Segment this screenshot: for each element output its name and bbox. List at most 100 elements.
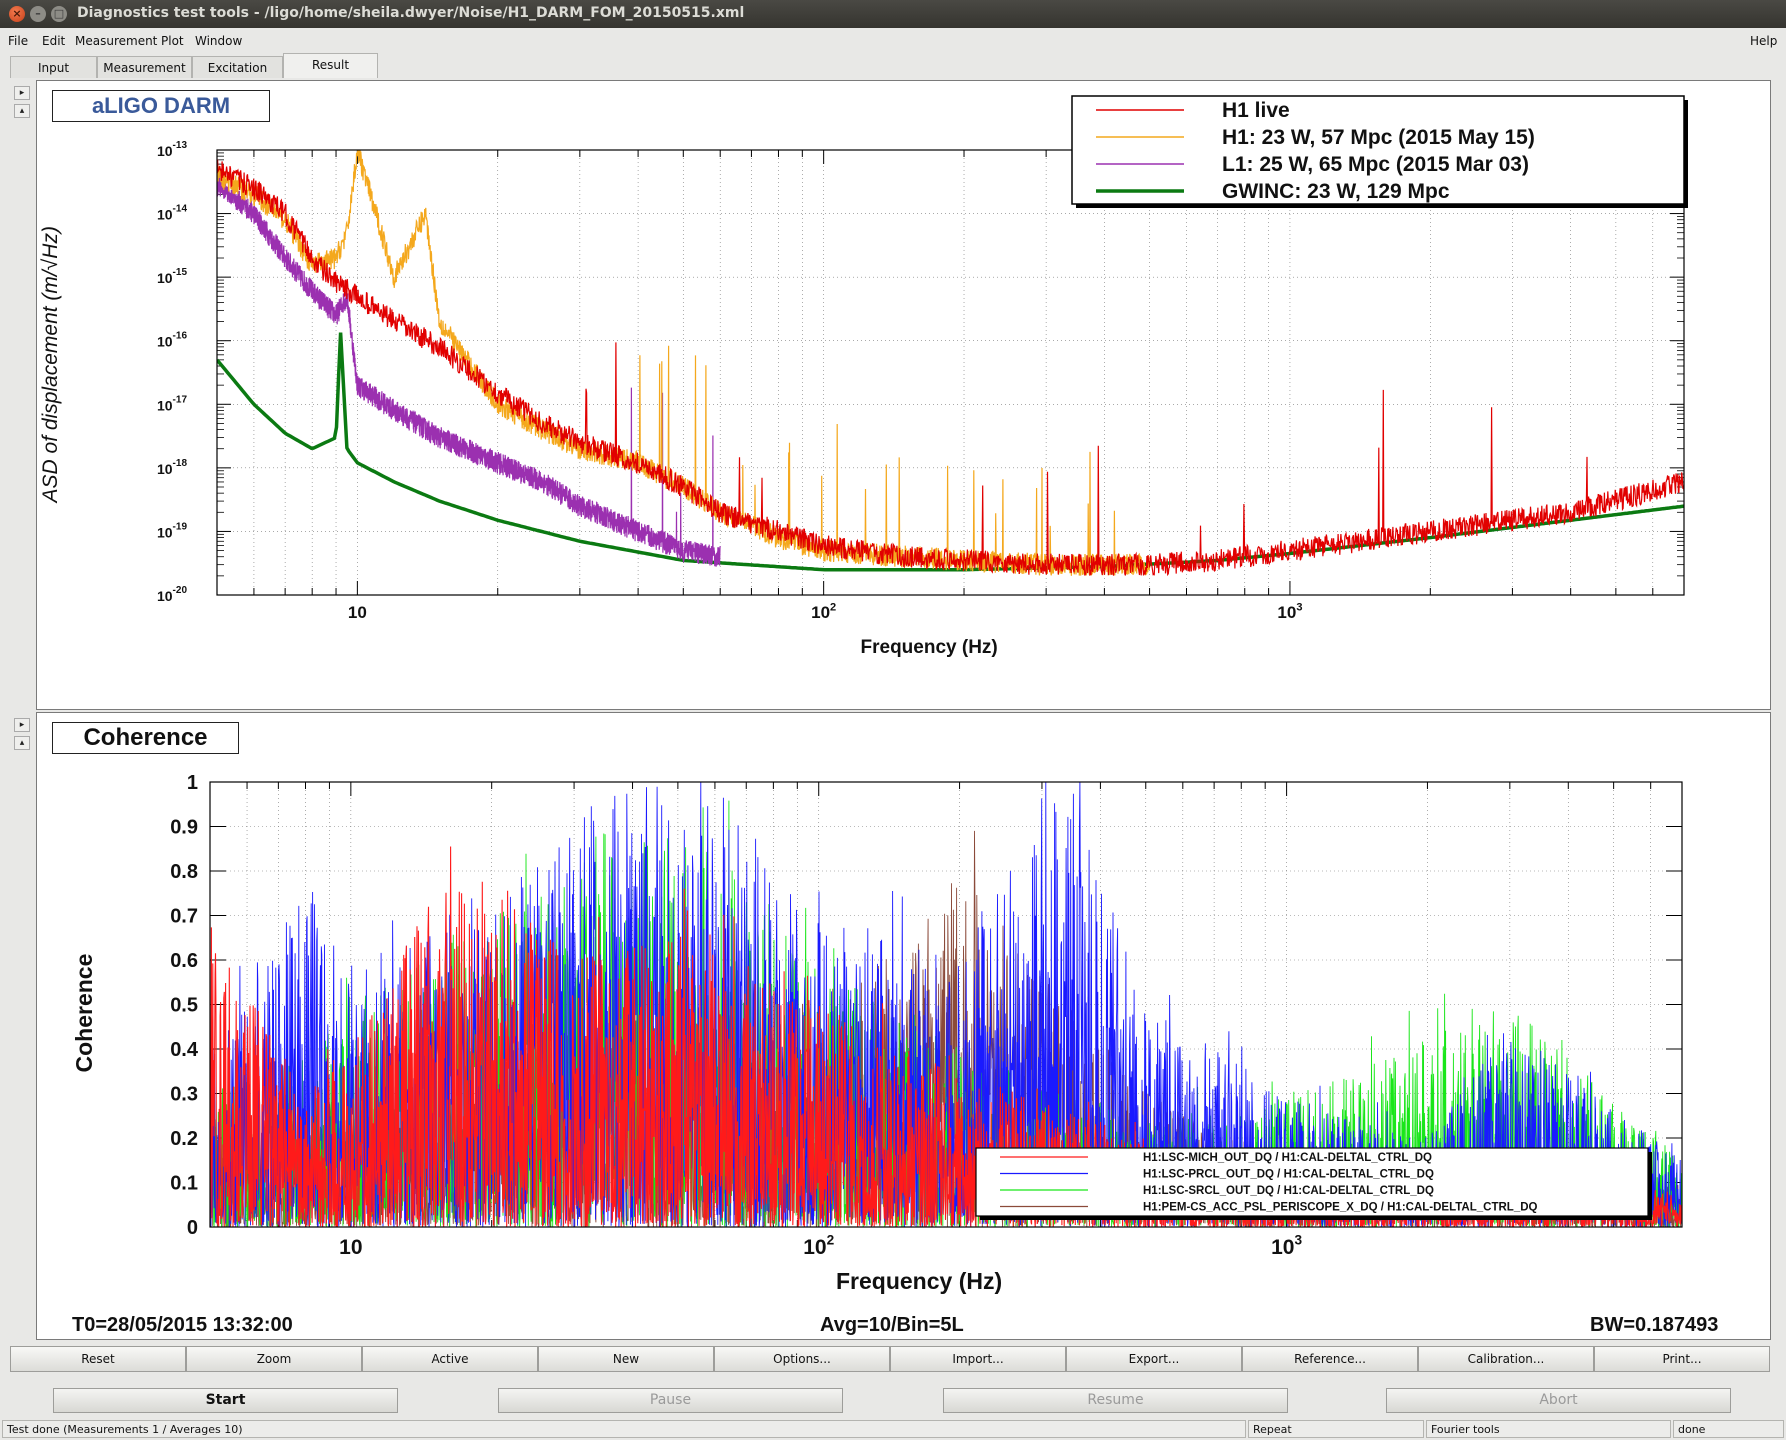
t0-label: T0=28/05/2015 13:32:00 — [72, 1314, 293, 1336]
asd-ytick-exponent: -18 — [173, 458, 188, 469]
asd-ytick-label: 10-16 — [157, 331, 187, 350]
panel-collapse-arrow-1[interactable]: ▴ — [14, 104, 30, 118]
title-bar: × – □ Diagnostics test tools - /ligo/hom… — [0, 0, 1786, 28]
status-message: Test done (Measurements 1 / Averages 10) — [2, 1420, 1246, 1438]
coh-legend-label: H1:LSC-PRCL_OUT_DQ / H1:CAL-DELTAL_CTRL_… — [1143, 1169, 1434, 1181]
triangle-right-icon: ▸ — [19, 88, 25, 98]
plot-button-bar: Reset Zoom Active New Options... Import.… — [10, 1346, 1776, 1372]
panel-expand-arrow-1[interactable]: ▸ — [14, 86, 30, 100]
minimize-window-button[interactable]: – — [30, 6, 46, 22]
menu-window[interactable]: Window — [195, 34, 242, 48]
tab-excitation[interactable]: Excitation — [192, 56, 283, 78]
status-fourier-tools: Fourier tools — [1426, 1420, 1671, 1438]
coh-ytick-label: 0.1 — [170, 1173, 198, 1195]
import-button[interactable]: Import... — [890, 1346, 1066, 1372]
coh-ytick-label: 1 — [187, 772, 198, 794]
status-bar: Test done (Measurements 1 / Averages 10)… — [0, 1418, 1786, 1440]
tab-measurement[interactable]: Measurement — [97, 56, 192, 78]
avg-label: Avg=10/Bin=5L — [820, 1314, 964, 1336]
asd-ytick-exponent: -20 — [173, 585, 188, 596]
asd-ytick-label: 10-19 — [157, 521, 187, 540]
window-title: Diagnostics test tools - /ligo/home/shei… — [77, 5, 745, 21]
asd-xtick-exponent: 3 — [1296, 601, 1302, 613]
asd-plot-area — [217, 150, 1684, 595]
triangle-right-icon: ▸ — [19, 720, 25, 730]
coh-xtick-label: 102 — [803, 1233, 834, 1259]
coh-ytick-label: 0.3 — [170, 1084, 198, 1106]
close-window-button[interactable]: × — [9, 6, 25, 22]
minimize-icon: – — [35, 7, 41, 20]
maximize-window-button[interactable]: □ — [51, 6, 67, 22]
coh-xtick-exponent: 2 — [827, 1233, 835, 1248]
asd-ytick-exponent: -17 — [173, 394, 188, 405]
coh-ytick-label: 0.7 — [170, 906, 198, 928]
coh-legend-label: H1:PEM-CS_ACC_PSL_PERISCOPE_X_DQ / H1:CA… — [1143, 1202, 1538, 1214]
menu-file[interactable]: File — [8, 34, 28, 48]
asd-xtick-label: 102 — [811, 601, 836, 622]
asd-legend-label: L1: 25 W, 65 Mpc (2015 Mar 03) — [1222, 153, 1529, 176]
asd-xlabel: Frequency (Hz) — [861, 637, 998, 658]
menu-plot[interactable]: Plot — [161, 34, 184, 48]
close-icon: × — [12, 7, 22, 20]
start-button[interactable]: Start — [53, 1388, 398, 1413]
asd-ytick-exponent: -16 — [173, 331, 188, 342]
asd-ytick-label: 10-14 — [157, 204, 187, 223]
resume-button[interactable]: Resume — [943, 1388, 1288, 1413]
asd-ylabel: ASD of displacement (m/√Hz) — [39, 226, 62, 504]
asd-ytick-exponent: -19 — [173, 521, 188, 532]
coh-xtick-label: 10 — [339, 1236, 362, 1259]
bw-label: BW=0.187493 — [1590, 1314, 1719, 1336]
asd-ytick-label: 10-17 — [157, 394, 187, 413]
coh-ytick-label: 0.6 — [170, 950, 198, 972]
status-state: done — [1673, 1420, 1784, 1438]
zoom-button[interactable]: Zoom — [186, 1346, 362, 1372]
asd-ytick-label: 10-13 — [157, 140, 187, 159]
coh-ylabel: Coherence — [71, 954, 97, 1073]
menu-measurement[interactable]: Measurement — [75, 34, 157, 48]
asd-legend-label: GWINC: 23 W, 129 Mpc — [1222, 180, 1450, 203]
coh-legend-label: H1:LSC-MICH_OUT_DQ / H1:CAL-DELTAL_CTRL_… — [1143, 1152, 1432, 1164]
menu-edit[interactable]: Edit — [42, 34, 65, 48]
asd-ytick-label: 10-15 — [157, 267, 187, 286]
reset-button[interactable]: Reset — [10, 1346, 186, 1372]
menu-help[interactable]: Help — [1750, 34, 1777, 48]
asd-ytick-label: 10-18 — [157, 458, 187, 477]
tab-result[interactable]: Result — [283, 53, 378, 78]
coh-xtick-exponent: 3 — [1294, 1233, 1302, 1248]
new-button[interactable]: New — [538, 1346, 714, 1372]
options-button[interactable]: Options... — [714, 1346, 890, 1372]
maximize-icon: □ — [53, 7, 65, 20]
reference-button[interactable]: Reference... — [1242, 1346, 1418, 1372]
asd-ytick-exponent: -15 — [173, 267, 188, 278]
calibration-button[interactable]: Calibration... — [1418, 1346, 1594, 1372]
print-button[interactable]: Print... — [1594, 1346, 1770, 1372]
tab-input[interactable]: Input — [10, 56, 97, 78]
asd-legend-label: H1 live — [1222, 99, 1290, 122]
triangle-up-icon: ▴ — [19, 106, 25, 116]
coh-ytick-label: 0.9 — [170, 817, 198, 839]
coh-ytick-label: 0.5 — [170, 995, 198, 1017]
pause-button[interactable]: Pause — [498, 1388, 843, 1413]
menu-bar: File Edit Measurement Plot Window Help — [0, 30, 1786, 52]
panel-collapse-arrow-2[interactable]: ▴ — [14, 736, 30, 750]
coh-xlabel: Frequency (Hz) — [836, 1268, 1002, 1294]
asd-xtick-label: 10 — [348, 603, 367, 622]
coh-xtick-label: 103 — [1271, 1233, 1302, 1259]
app-window: × – □ Diagnostics test tools - /ligo/hom… — [0, 0, 1786, 1440]
asd-chart[interactable]: 10-13 10-14 10-15 10-16 10-17 10-18 10-19 10 -20… — [36, 80, 1771, 710]
coh-legend-label: H1:LSC-SRCL_OUT_DQ / H1:CAL-DELTAL_CTRL_… — [1143, 1185, 1434, 1197]
triangle-up-icon: ▴ — [19, 738, 25, 748]
coh-ytick-label: 0.2 — [170, 1128, 198, 1150]
coh-ytick-label: 0.4 — [170, 1039, 199, 1061]
coh-ytick-label: 0.8 — [170, 861, 198, 883]
export-button[interactable]: Export... — [1066, 1346, 1242, 1372]
asd-ytick-exponent: -14 — [173, 204, 188, 215]
coherence-chart[interactable]: 0 0.1 0.2 0.3 0.4 0.5 0.6 0.7 0.8 0.9 1 10 102 103 Fre… — [36, 712, 1771, 1340]
asd-ytick-exponent: -13 — [173, 140, 188, 151]
asd-legend-label: H1: 23 W, 57 Mpc (2015 May 15) — [1222, 126, 1535, 149]
coh-ytick-label: 0 — [187, 1217, 198, 1239]
active-button[interactable]: Active — [362, 1346, 538, 1372]
status-repeat: Repeat — [1248, 1420, 1424, 1438]
panel-expand-arrow-2[interactable]: ▸ — [14, 718, 30, 732]
abort-button[interactable]: Abort — [1386, 1388, 1731, 1413]
